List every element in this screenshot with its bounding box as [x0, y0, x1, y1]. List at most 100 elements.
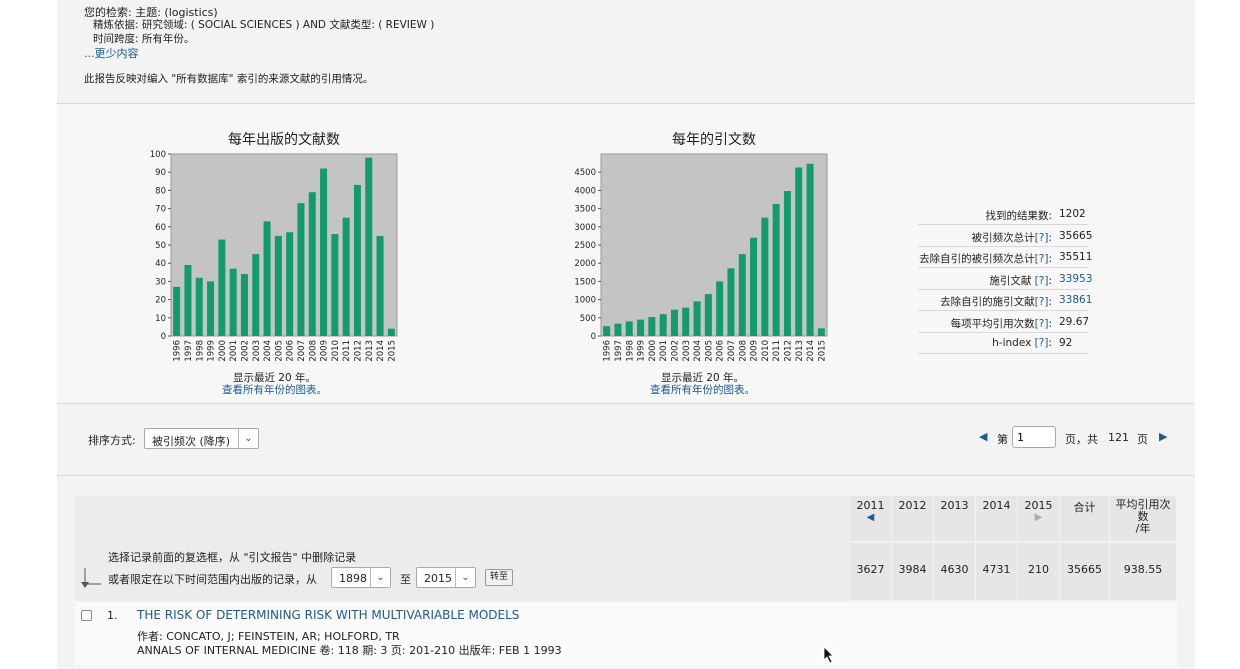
x-tick-label: 1996: [603, 340, 613, 362]
column-header: 2011 ◀: [850, 496, 891, 541]
y-tick-label: 1500: [574, 277, 596, 287]
column-header: 平均引用次数/年: [1110, 496, 1176, 541]
bar: [614, 323, 622, 336]
stat-colon: :: [1048, 337, 1052, 349]
stat-label: 去除自引的被引频次总计[?]:: [919, 251, 1052, 266]
x-tick-label: 2007: [727, 340, 737, 362]
bar: [365, 157, 373, 336]
help-link[interactable]: [?]: [1035, 337, 1049, 349]
y-tick-label: 40: [155, 259, 166, 269]
page-input[interactable]: [1012, 426, 1056, 448]
bar: [693, 301, 701, 336]
go-button[interactable]: 转至: [485, 569, 514, 586]
remove-hint: 选择记录前面的复选框，从 "引文报告" 中删除记录: [108, 551, 357, 564]
x-tick-label: 2015: [387, 340, 397, 362]
bar: [274, 235, 282, 336]
x-tick-label: 2014: [806, 340, 816, 362]
chevron-down-icon: ⌄: [238, 429, 258, 448]
chart-title: 每年出版的文献数: [228, 132, 340, 148]
x-tick-label: 2009: [320, 340, 330, 362]
help-link[interactable]: [?]: [1035, 232, 1049, 244]
y-tick-label: 500: [580, 314, 596, 324]
stat-value: 35665: [1059, 229, 1093, 242]
x-tick-label: 2011: [342, 340, 352, 362]
column-header: 2013: [934, 496, 975, 541]
stat-row: 施引文献 [?]: 33953: [918, 268, 1092, 290]
y-tick-label: 0: [161, 332, 166, 342]
from-year-select[interactable]: 1898 ⌄: [331, 567, 391, 588]
stat-row: 每项平均引用次数[?]: 29.67: [918, 311, 1090, 333]
y-tick-label: 70: [155, 205, 166, 215]
column-header: 合计: [1060, 496, 1109, 541]
x-tick-label: 2014: [376, 340, 386, 362]
bar: [750, 237, 758, 336]
record-source: ANNALS OF INTERNAL MEDICINE 卷: 118 期: 3 …: [137, 644, 562, 657]
bar: [806, 163, 814, 336]
y-tick-label: 0: [591, 332, 596, 342]
stat-value: 29.67: [1059, 315, 1090, 328]
x-tick-label: 2003: [252, 340, 262, 362]
sort-select[interactable]: 被引频次 (降序) ⌄: [144, 428, 259, 449]
bar: [387, 328, 395, 336]
y-tick-label: 2500: [574, 241, 596, 251]
stat-label: 施引文献 [?]:: [989, 273, 1052, 288]
stat-label: 去除自引的施引文献[?]:: [940, 294, 1052, 309]
record-checkbox[interactable]: [81, 610, 92, 621]
results-filter-area: 选择记录前面的复选框，从 "引文报告" 中删除记录 或者限定在以下时间范围内出版…: [75, 496, 849, 601]
bar: [195, 277, 203, 336]
total-cell: 4630: [934, 543, 975, 600]
x-tick-label: 1999: [207, 340, 217, 362]
bar: [738, 254, 746, 336]
chart-svg: 每年的引文数 0 500 1000 1500 2000 2500 3000 3500 4000 45…: [574, 132, 828, 362]
to-year-select[interactable]: 2015 ⌄: [416, 567, 476, 588]
x-tick-label: 1996: [173, 340, 183, 362]
stat-label-text: 找到的结果数:: [985, 210, 1052, 222]
stat-label-text: 去除自引的施引文献: [940, 296, 1035, 308]
mouse-cursor-icon: [823, 646, 835, 664]
column-header-label: /年: [1135, 522, 1151, 535]
bar: [308, 192, 316, 336]
bar: [783, 190, 791, 336]
stat-label: 每项平均引用次数[?]:: [951, 316, 1052, 331]
plot-area: [600, 153, 828, 337]
help-link[interactable]: [?]: [1035, 275, 1049, 287]
column-header-label: 2011: [856, 499, 885, 512]
record-title-link[interactable]: THE RISK OF DETERMINING RISK WITH MULTIV…: [137, 608, 519, 622]
prev-years-icon[interactable]: ◀: [850, 512, 891, 523]
stat-label-text: 被引频次总计: [971, 231, 1035, 244]
x-tick-label: 2013: [795, 340, 805, 362]
x-tick-label: 2008: [738, 340, 748, 362]
y-tick-label: 90: [155, 168, 166, 178]
total-cell: 210: [1018, 543, 1059, 600]
y-tick-label: 80: [155, 186, 166, 196]
stat-row: h-index [?]: 92: [918, 332, 1088, 354]
less-content-link[interactable]: ...更少内容: [84, 45, 139, 61]
table-row: 1. THE RISK OF DETERMINING RISK WITH MUL…: [75, 602, 1177, 666]
to-label: 至: [400, 573, 411, 586]
next-page-icon[interactable]: ▶: [1159, 430, 1167, 443]
stat-colon: :: [1048, 274, 1052, 287]
help-link[interactable]: [?]: [1035, 296, 1049, 308]
stat-label-text: h-index: [992, 337, 1035, 349]
query-timespan: 时间跨度: 所有年份。: [93, 33, 195, 45]
x-tick-label: 2000: [218, 340, 228, 362]
column-header-label: 2015: [1024, 499, 1053, 512]
plot-area: [170, 153, 398, 337]
stat-colon: :: [1048, 231, 1052, 244]
bar: [682, 307, 690, 336]
chart1-view-all-link[interactable]: 查看所有年份的图表。: [192, 382, 357, 397]
prev-page-icon[interactable]: ◀: [979, 430, 987, 443]
chart2-view-all-link[interactable]: 查看所有年份的图表。: [620, 382, 785, 397]
help-link[interactable]: [?]: [1035, 318, 1049, 330]
stat-value[interactable]: 33953: [1059, 273, 1092, 285]
bar: [670, 309, 678, 336]
stat-row: 去除自引的施引文献[?]: 33861: [918, 289, 1092, 311]
help-link[interactable]: [?]: [1035, 253, 1049, 265]
next-years-icon[interactable]: ▶: [1018, 512, 1059, 523]
bar: [240, 274, 248, 336]
y-tick-label: 10: [155, 314, 166, 324]
column-header-label: 合计: [1073, 501, 1096, 514]
stat-value: 92: [1059, 337, 1073, 349]
bar: [331, 234, 339, 336]
stat-value[interactable]: 33861: [1059, 294, 1092, 306]
